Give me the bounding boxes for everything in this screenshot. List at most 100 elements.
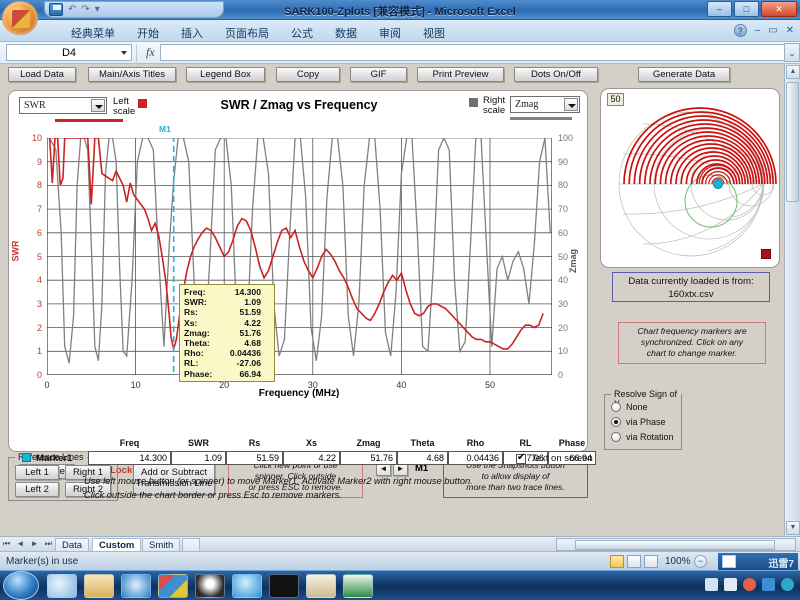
vertical-scrollbar[interactable]: ▲ ▼ [784,64,800,536]
ribbon-restore-icon[interactable]: ▭ [768,25,777,36]
chevron-down-icon[interactable] [91,99,105,112]
left-scale-value: SWR [24,100,46,111]
scroll-down-icon[interactable]: ▼ [786,521,800,535]
fx-icon[interactable]: fx [141,45,160,60]
tab-insert[interactable]: 插入 [170,22,214,44]
smith-color-box[interactable] [761,249,771,259]
marker-table-cell[interactable]: 51.76 [340,451,397,465]
marker-table-header: Xs [305,438,317,448]
normal-view-icon[interactable] [610,555,624,568]
excel-icon[interactable] [343,574,373,598]
instruction-line-1: Use left mouse button (or spinner) to mo… [84,476,473,486]
right-scale-select[interactable]: Zmag [510,96,580,113]
name-box[interactable]: D4 [6,44,132,61]
formula-expand-icon[interactable]: ⌄ [784,43,800,62]
internet-explorer-icon[interactable] [121,574,151,598]
office-orb-button[interactable] [2,1,38,35]
sheet-tab-data[interactable]: Data [55,538,90,552]
page-break-view-icon[interactable] [644,555,658,568]
marker-table-cell[interactable]: 51.59 [226,451,283,465]
qat-more-icon[interactable]: ▾ [95,3,100,16]
load-data-button[interactable]: Load Data [8,67,76,82]
left-series-color-swatch [55,119,123,122]
network-icon[interactable] [762,578,775,591]
scroll-up-icon[interactable]: ▲ [786,65,800,79]
chart-plot-area[interactable] [47,138,552,375]
legend-box-button[interactable]: Legend Box [186,67,265,82]
print-preview-button[interactable]: Print Preview [417,67,504,82]
radio-via-rotation[interactable] [611,432,621,442]
save-icon[interactable] [49,3,63,16]
y-axis-tick: 9 [36,156,42,167]
xunlei-overlay[interactable]: 迅雷7 [718,553,798,570]
zoom-level-label[interactable]: 100% [665,556,691,567]
maximize-button[interactable]: □ [734,1,759,17]
left-1-button[interactable]: Left 1 [15,465,59,480]
chevron-down-icon[interactable] [564,98,578,111]
sheet-tab-smith[interactable]: Smith [142,538,181,552]
zoom-out-button[interactable]: − [694,555,707,568]
ribbon-close-icon[interactable]: ✕ [786,25,794,36]
folder-icon[interactable] [84,574,114,598]
formula-input[interactable] [159,44,784,61]
tab-review[interactable]: 审阅 [368,22,412,44]
text-on-screen-checkbox[interactable] [516,452,526,464]
ribbon-minimize-icon[interactable]: – [755,25,761,36]
right-scale-color-box[interactable] [469,98,478,107]
chevron-down-icon[interactable] [121,51,127,55]
minimize-button[interactable]: – [707,1,732,17]
left-scale-color-box[interactable] [138,99,147,108]
marker1-color-box[interactable] [22,453,31,462]
radio-via-phase[interactable] [611,417,621,427]
sheet-scroll-thumb[interactable] [575,540,775,550]
cloud-icon[interactable] [47,574,77,598]
left-2-button[interactable]: Left 2 [15,482,59,497]
smith-chart-panel[interactable]: 50 [600,88,780,268]
undo-icon[interactable]: ↶ [68,3,76,16]
marker-table-cell[interactable]: 1.09 [171,451,226,465]
redo-icon[interactable]: ↷ [81,3,89,16]
copy-button[interactable]: Copy [276,67,340,82]
tab-page-layout[interactable]: 页面布局 [214,22,280,44]
shield-icon[interactable] [781,578,794,591]
qq-penguin-icon[interactable] [195,574,225,598]
tab-data[interactable]: 数据 [324,22,368,44]
monitor-icon[interactable] [705,578,718,591]
left-scale-select[interactable]: SWR [19,97,107,114]
insert-sheet-button[interactable] [182,538,200,552]
help-icon[interactable]: ? [733,24,747,37]
marker-table-cell[interactable]: 0.04436 [448,451,503,465]
page-layout-view-icon[interactable] [627,555,641,568]
sheet-tab-custom[interactable]: Custom [92,538,142,552]
gif-button[interactable]: GIF [350,67,407,82]
command-prompt-icon[interactable] [269,574,299,598]
colorful-app-icon[interactable] [158,574,188,598]
marker-table-cell[interactable]: 4.22 [283,451,340,465]
tab-home[interactable]: 开始 [126,22,170,44]
sheet-nav-arrows[interactable]: ⏮ ◄ ► ⏭ [3,539,54,549]
start-button[interactable] [3,571,39,600]
marker-table-header: Zmag [356,438,381,448]
main-axis-titles-button[interactable]: Main/Axis Titles [88,67,176,82]
dots-on-off-button[interactable]: Dots On/Off [514,67,598,82]
y-axis-tick: 1 [36,346,42,357]
marker-table-header: Theta [410,438,435,448]
tooltip-value: 4.68 [244,338,261,349]
water-drop-icon[interactable] [232,574,262,598]
tab-view[interactable]: 视图 [412,22,456,44]
qq-icon[interactable] [743,578,756,591]
quick-access-toolbar: ↶ ↷ ▾ [44,1,224,18]
generate-data-button[interactable]: Generate Data [638,67,730,82]
paint-icon[interactable] [306,574,336,598]
smith-marker-point[interactable] [713,179,723,189]
scrollbar-thumb[interactable] [786,82,799,202]
marker-table-cell[interactable]: 14.300 [88,451,171,465]
close-button[interactable]: ✕ [761,1,797,17]
tab-formulas[interactable]: 公式 [280,22,324,44]
tab-classic-menu[interactable]: 经典菜单 [60,22,126,44]
sheet-horizontal-scrollbar[interactable] [556,538,796,551]
volume-icon[interactable] [724,578,737,591]
marker-table-cell[interactable]: 4.68 [397,451,448,465]
radio-none[interactable] [611,402,621,412]
smith-z0-badge[interactable]: 50 [607,93,624,106]
